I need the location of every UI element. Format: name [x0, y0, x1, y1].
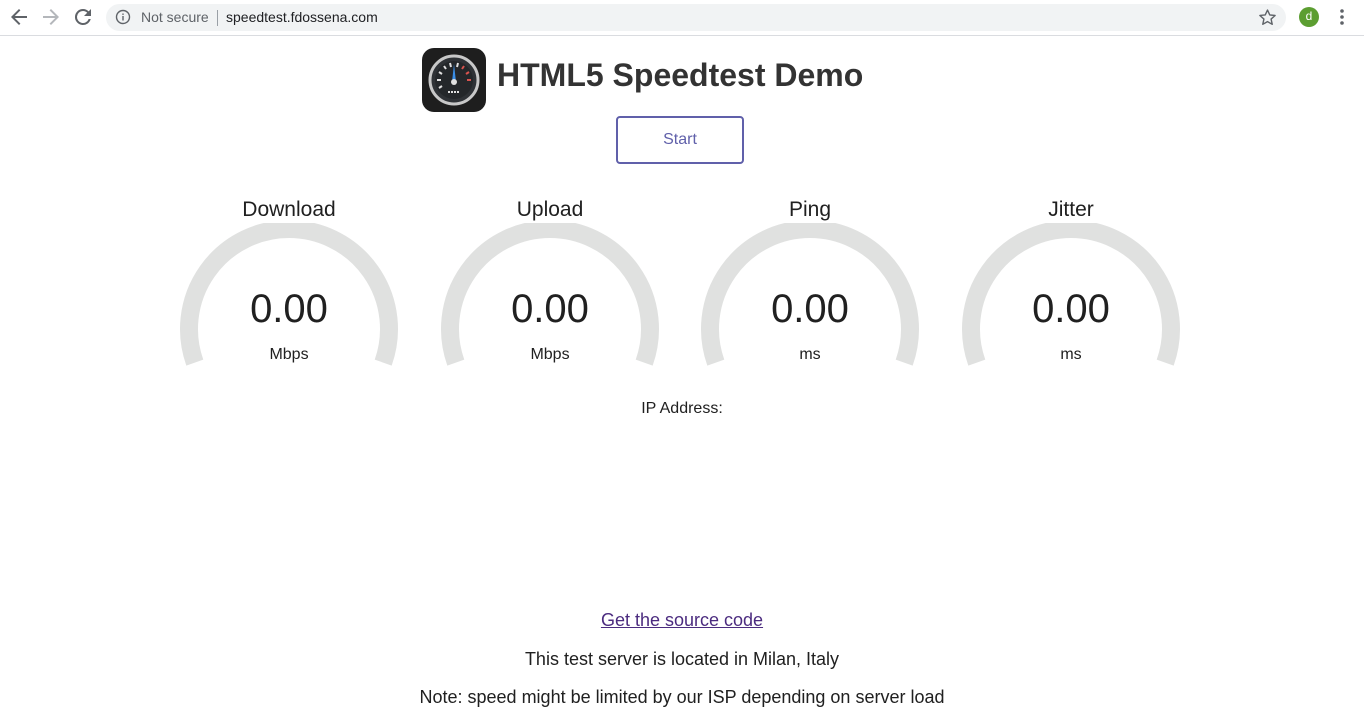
speedometer-icon [422, 48, 486, 112]
page-title: HTML5 Speedtest Demo [497, 57, 864, 93]
url-text[interactable]: speedtest.fdossena.com [226, 9, 378, 26]
meter-value: 0.00 [511, 287, 589, 331]
meter-title: Jitter [1048, 198, 1094, 221]
source-code-link[interactable]: Get the source code [601, 610, 763, 630]
browser-toolbar: Not secure speedtest.fdossena.com d [0, 0, 1364, 36]
info-icon[interactable] [115, 9, 131, 25]
profile-avatar[interactable]: d [1299, 7, 1319, 27]
meter-unit: ms [799, 346, 821, 363]
download-meter: Download 0.00 Mbps [179, 195, 399, 375]
source-link-container: Get the source code [0, 609, 1364, 631]
meter-title: Upload [516, 198, 584, 221]
meter-title: Download [242, 198, 336, 221]
meter-unit: Mbps [269, 346, 309, 363]
upload-meter: Upload 0.00 Mbps [440, 195, 660, 375]
meter-unit: ms [1060, 346, 1082, 363]
security-label: Not secure [141, 9, 209, 25]
address-divider [217, 10, 218, 26]
meter-value: 0.00 [1032, 287, 1110, 331]
ip-address-label: IP Address: [641, 400, 723, 417]
star-icon[interactable] [1257, 7, 1278, 28]
meter-value: 0.00 [250, 287, 328, 331]
meter-title: Ping [788, 198, 832, 221]
meter-unit: Mbps [530, 346, 570, 363]
start-button[interactable]: Start [616, 116, 744, 164]
server-location-text: This test server is located in Milan, It… [524, 649, 840, 669]
jitter-meter: Jitter 0.00 ms [961, 195, 1181, 375]
reload-icon[interactable] [71, 5, 95, 29]
back-arrow-icon[interactable] [7, 5, 31, 29]
forward-arrow-icon[interactable] [39, 5, 63, 29]
ping-meter: Ping 0.00 ms [700, 195, 920, 375]
isp-note-text: Note: speed might be limited by our ISP … [419, 687, 945, 707]
ip-address: IP Address: [0, 399, 1364, 419]
address-bar[interactable]: Not secure speedtest.fdossena.com [106, 4, 1286, 31]
menu-dots-icon[interactable] [1332, 7, 1352, 27]
meter-value: 0.00 [771, 287, 849, 331]
